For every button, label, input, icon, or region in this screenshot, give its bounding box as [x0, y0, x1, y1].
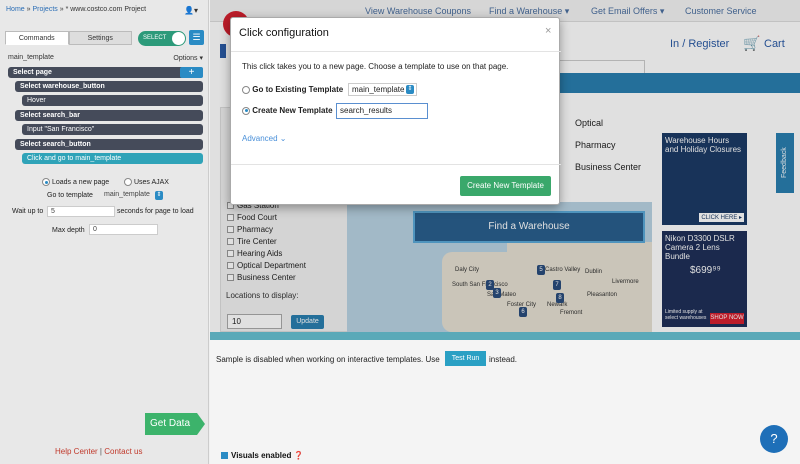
- contact-us-link[interactable]: Contact us: [104, 447, 142, 456]
- existing-template-value: main_template: [352, 85, 405, 94]
- existing-template-select[interactable]: main_template ⇕: [348, 83, 417, 96]
- radio-existing-template[interactable]: [242, 85, 250, 94]
- chevron-down-icon[interactable]: ⇕: [406, 85, 414, 94]
- checkbox[interactable]: [221, 452, 228, 460]
- go-to-template-label: Go to template: [47, 192, 93, 199]
- existing-template-option[interactable]: Go to Existing Template: [242, 85, 343, 94]
- command-select-search-bar[interactable]: Select search_bar: [15, 110, 203, 121]
- user-icon[interactable]: 👤▾: [184, 6, 198, 15]
- create-new-template-button[interactable]: Create New Template: [460, 176, 551, 196]
- options-dropdown[interactable]: Options ▾: [173, 54, 203, 62]
- uses-ajax-label: Uses AJAX: [133, 178, 169, 186]
- dialog-title: Click configuration: [239, 27, 329, 39]
- help-links: Help Center | Contact us: [55, 447, 142, 456]
- help-icon[interactable]: ❓: [294, 451, 304, 460]
- command-click-go[interactable]: Click and go to main_template: [22, 153, 203, 164]
- sample-disabled-text: Sample is disabled when working on inter…: [216, 355, 440, 364]
- advanced-toggle[interactable]: Advanced ⌄: [242, 134, 287, 143]
- add-command-button[interactable]: +: [180, 67, 203, 78]
- select-toggle[interactable]: SELECT: [138, 31, 186, 46]
- breadcrumb: Home » Projects » * www.costco.com Proje…: [6, 6, 146, 13]
- radio-uses-ajax[interactable]: [124, 178, 132, 186]
- max-depth-label: Max depth: [52, 227, 85, 234]
- visuals-label: Visuals enabled: [231, 451, 292, 460]
- divider: [231, 164, 561, 165]
- select-toggle-label: SELECT: [143, 35, 167, 41]
- radio-new-template[interactable]: [242, 106, 250, 115]
- divider: [231, 51, 561, 52]
- command-select-search-button[interactable]: Select search_button: [15, 139, 203, 150]
- breadcrumb-projects[interactable]: Projects: [32, 6, 57, 13]
- command-select-page[interactable]: Select page: [8, 67, 203, 78]
- click-configuration-dialog: Click configuration × This click takes y…: [230, 17, 561, 205]
- breadcrumb-home[interactable]: Home: [6, 6, 25, 13]
- loads-new-page-label: Loads a new page: [51, 178, 110, 186]
- wait-label: Wait up to: [12, 208, 44, 215]
- test-run-button[interactable]: Test Run: [445, 351, 486, 366]
- new-template-name-input[interactable]: search_results: [336, 103, 428, 119]
- toggle-knob: [172, 32, 185, 45]
- radio-loads-new-page[interactable]: [42, 178, 50, 186]
- get-data-button[interactable]: Get Data: [145, 413, 205, 435]
- visuals-enabled-toggle[interactable]: Visuals enabled ❓: [221, 451, 304, 460]
- template-name: main_template: [8, 54, 54, 61]
- chat-icon[interactable]: ?: [760, 425, 788, 453]
- close-icon[interactable]: ×: [545, 25, 551, 37]
- uses-ajax-option[interactable]: Uses AJAX: [124, 178, 169, 186]
- new-template-label: Create New Template: [252, 106, 333, 115]
- tab-commands[interactable]: Commands: [5, 31, 69, 45]
- menu-icon[interactable]: ☰: [189, 30, 204, 45]
- existing-template-label: Go to Existing Template: [252, 85, 344, 94]
- template-header: main_template Options ▾: [8, 54, 203, 62]
- tab-settings[interactable]: Settings: [68, 31, 132, 45]
- breadcrumb-separator: »: [57, 6, 66, 13]
- max-depth-input[interactable]: 0: [89, 224, 158, 235]
- go-to-template-select[interactable]: main_template: [101, 190, 153, 201]
- wait-input[interactable]: 5: [47, 206, 115, 217]
- instead-text: instead.: [489, 355, 518, 364]
- new-template-option[interactable]: Create New Template: [242, 106, 333, 115]
- dialog-description: This click takes you to a new page. Choo…: [242, 62, 509, 71]
- left-panel: Home » Projects » * www.costco.com Proje…: [0, 0, 209, 464]
- panel-divider[interactable]: [210, 332, 800, 340]
- command-input[interactable]: Input "San Francisco": [22, 124, 203, 135]
- tab-bar: Commands Settings: [5, 31, 132, 45]
- command-select-warehouse-button[interactable]: Select warehouse_button: [15, 81, 203, 92]
- breadcrumb-project: * www.costco.com Project: [65, 6, 147, 13]
- wait-suffix: seconds for page to load: [117, 208, 194, 215]
- chevron-down-icon[interactable]: ⇕: [155, 191, 163, 200]
- loads-new-page-option[interactable]: Loads a new page: [42, 178, 109, 186]
- help-center-link[interactable]: Help Center: [55, 447, 98, 456]
- command-hover[interactable]: Hover: [22, 95, 203, 106]
